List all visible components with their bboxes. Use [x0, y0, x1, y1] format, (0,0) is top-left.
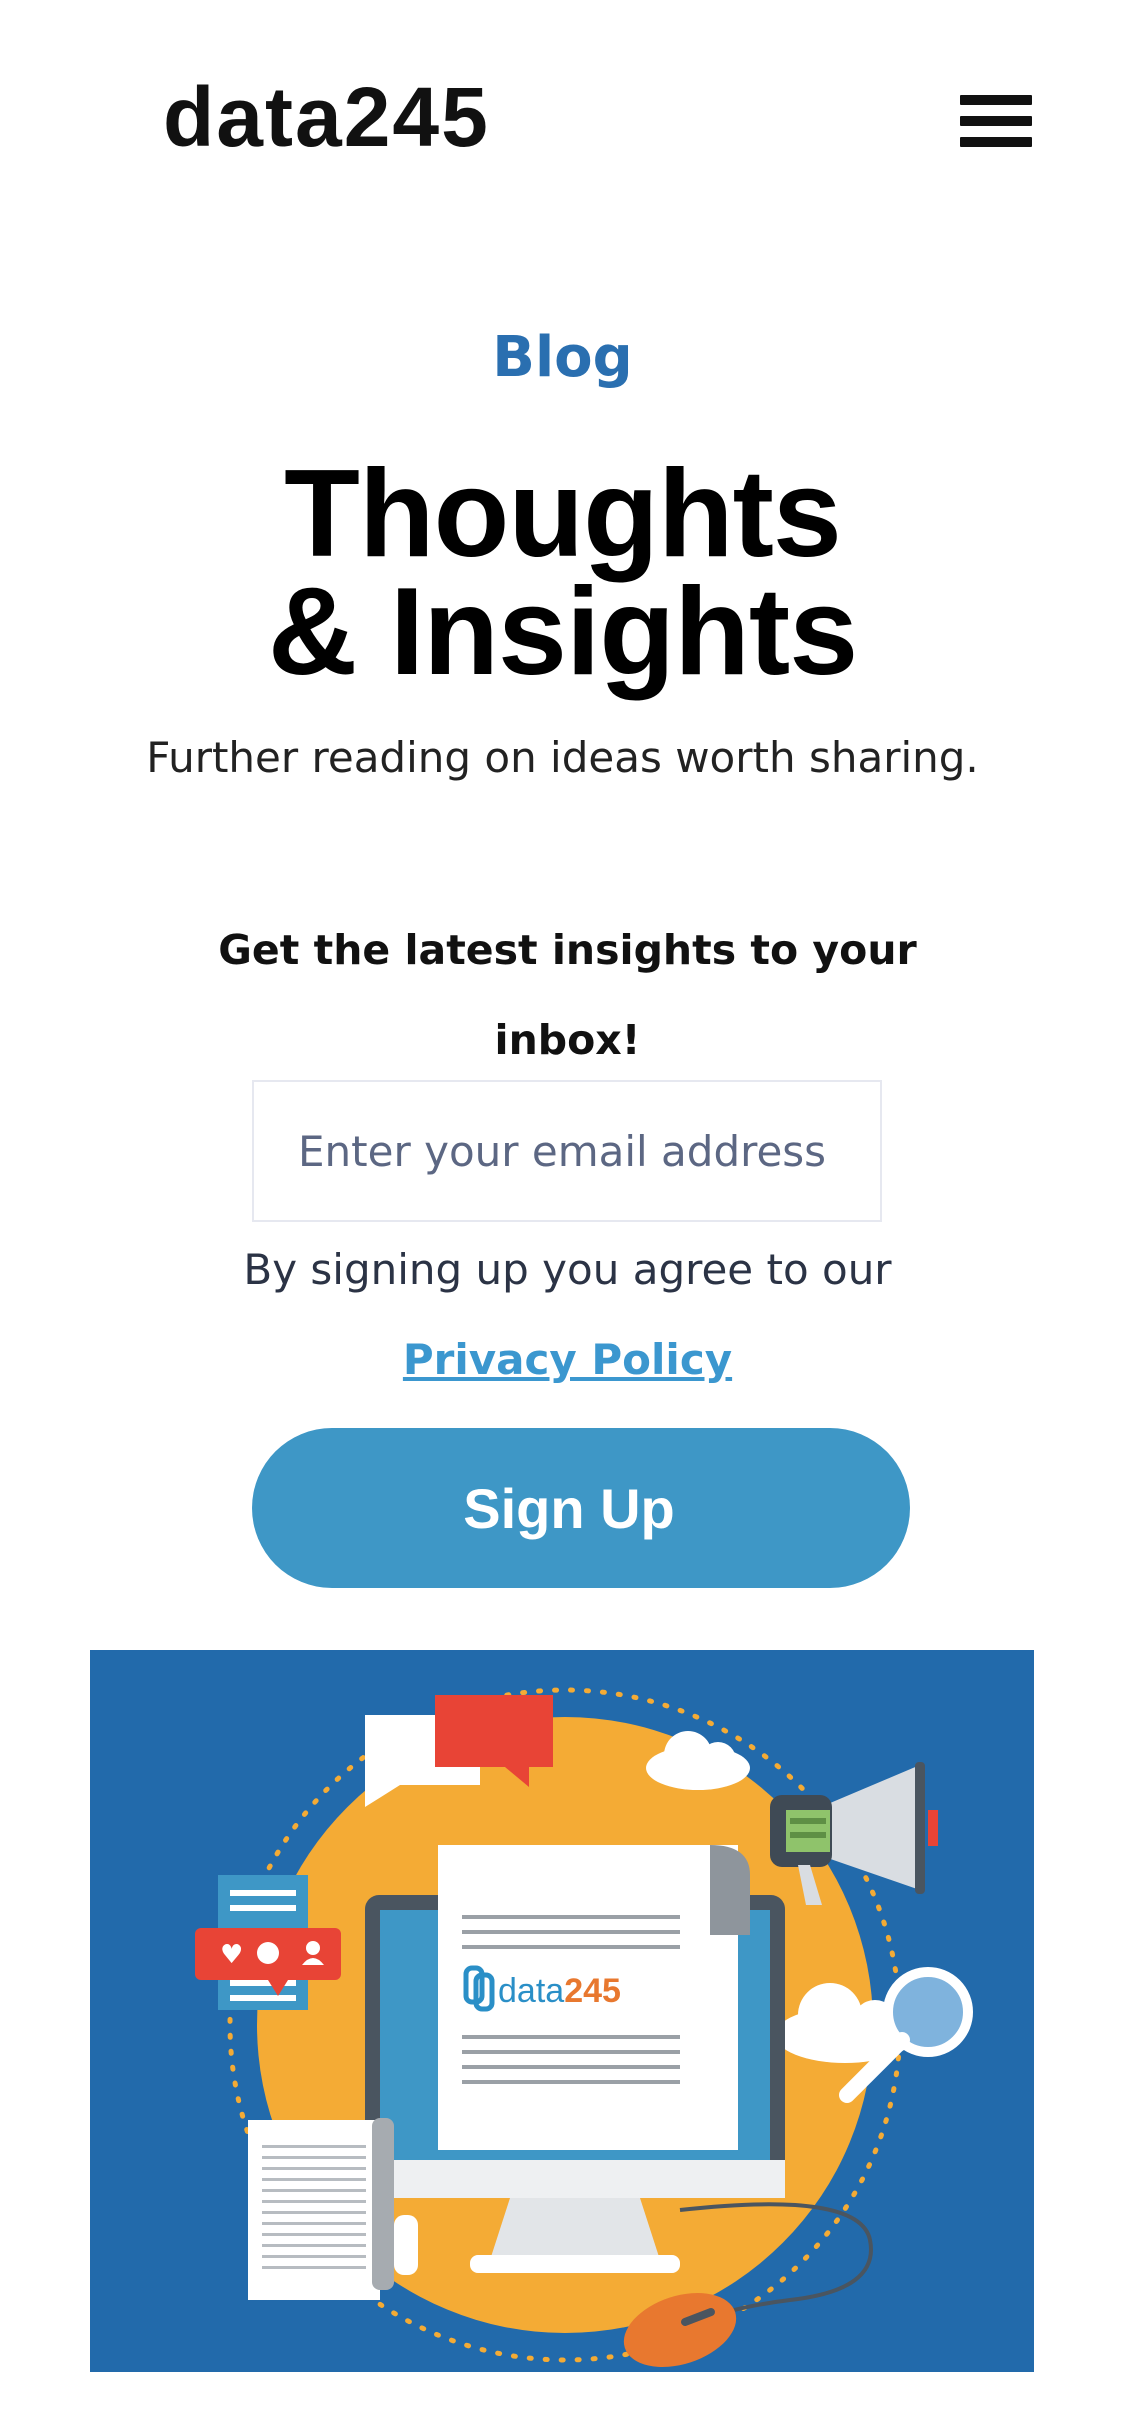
- page-title: Thoughts & Insights: [0, 452, 1125, 694]
- page-subtitle: Further reading on ideas worth sharing.: [146, 733, 979, 782]
- newsletter-heading: Get the latest insights to your inbox!: [218, 926, 917, 1064]
- page-title-line2: & Insights: [267, 563, 858, 701]
- signup-button[interactable]: Sign Up: [252, 1428, 910, 1588]
- blog-illustration: ♥ data245: [90, 1650, 1034, 2372]
- illustration-logo-text-data: data: [498, 1972, 564, 2010]
- hamburger-menu-icon[interactable]: [960, 95, 1032, 147]
- consent-prefix: By signing up you agree to our: [243, 1245, 892, 1294]
- menu-bar: [960, 137, 1032, 147]
- illustration-logo-text-245: 245: [564, 1972, 621, 2010]
- paper-document-icon: [248, 2118, 418, 2300]
- site-logo[interactable]: data245: [163, 62, 490, 172]
- menu-bar: [960, 116, 1032, 126]
- menu-bar: [960, 95, 1032, 105]
- privacy-policy-link[interactable]: Privacy Policy: [403, 1335, 732, 1384]
- svg-text:♥: ♥: [220, 1940, 243, 1970]
- illustration-canvas: ♥ data245: [195, 1687, 973, 2367]
- consent-text: By signing up you agree to our Privacy P…: [220, 1225, 915, 1405]
- document-scroll-icon: data245: [438, 1845, 750, 2150]
- email-field[interactable]: [252, 1080, 882, 1222]
- svg-text:data245: data245: [498, 1972, 621, 2010]
- site-header: data245: [0, 0, 1125, 230]
- section-eyebrow: Blog: [492, 325, 633, 390]
